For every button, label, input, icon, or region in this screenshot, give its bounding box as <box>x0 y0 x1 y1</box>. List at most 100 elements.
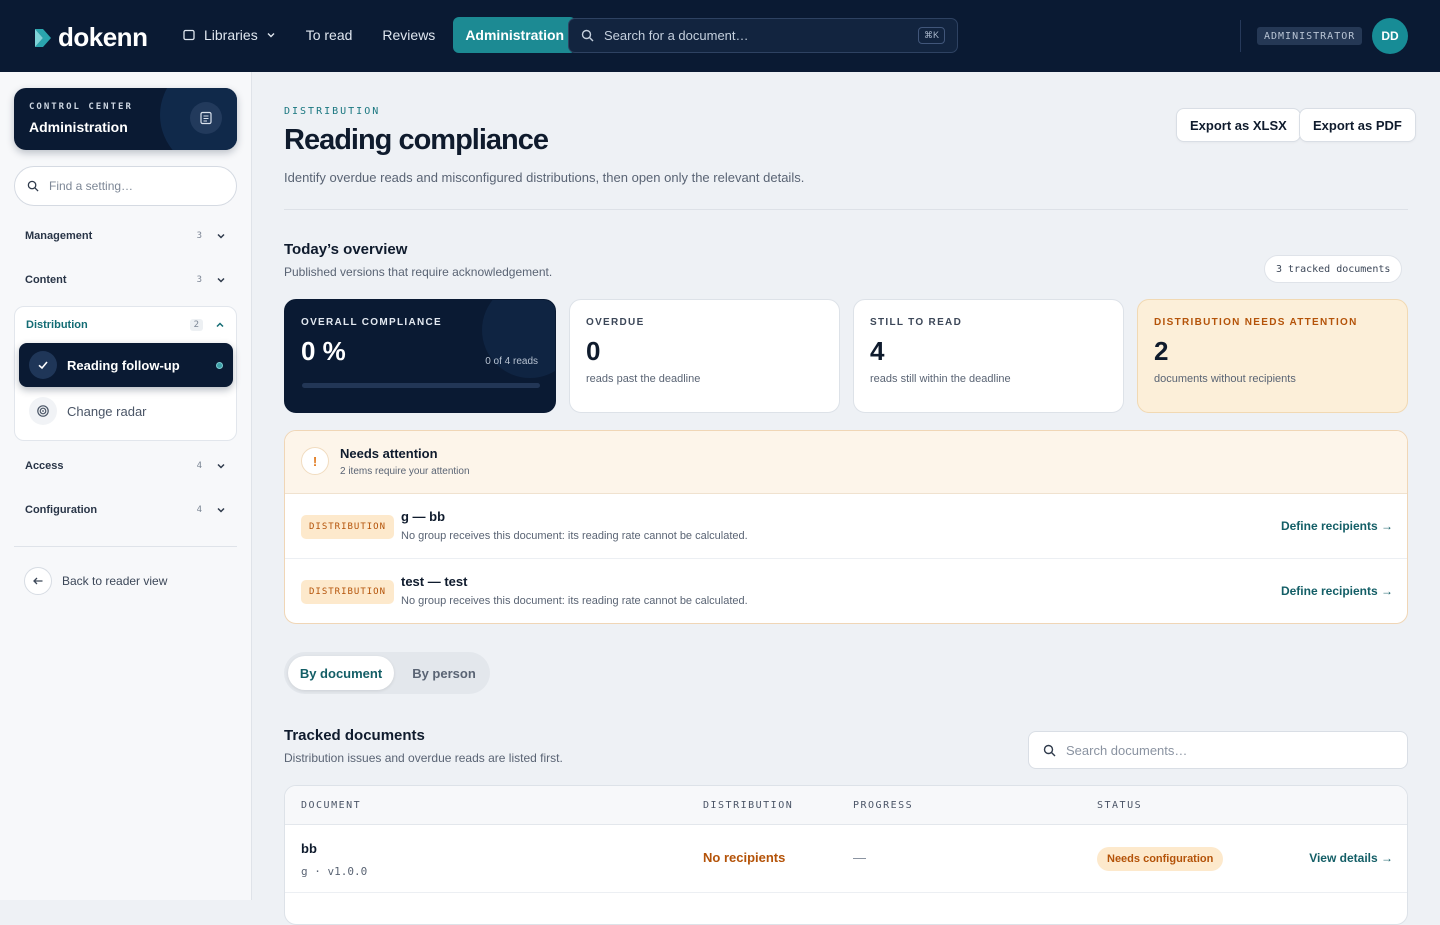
sidebar-group-access[interactable]: Access 4 <box>14 450 237 482</box>
control-center-title: Administration <box>29 119 128 135</box>
column-header[interactable]: DOCUMENT <box>301 800 361 811</box>
group-count: 3 <box>196 275 202 285</box>
still-to-read-card: STILL TO READ 4 reads still within the d… <box>853 299 1124 413</box>
search-icon <box>1043 744 1056 756</box>
page-eyebrow: DISTRIBUTION <box>284 106 381 117</box>
group-count: 3 <box>196 231 202 241</box>
card-label: DISTRIBUTION NEEDS ATTENTION <box>1154 317 1358 328</box>
nav-libraries-label: Libraries <box>204 27 258 43</box>
attention-item-desc: No group receives this document: its rea… <box>401 595 748 607</box>
column-header[interactable]: DISTRIBUTION <box>703 800 793 811</box>
global-search-input[interactable]: Search for a document… ⌘K <box>568 18 958 53</box>
page-title: Reading compliance <box>284 124 549 156</box>
table-header: DOCUMENT DISTRIBUTION PROGRESS STATUS <box>285 786 1407 825</box>
divider <box>284 209 1408 210</box>
attention-title: Needs attention <box>340 446 438 461</box>
search-icon <box>27 180 39 192</box>
distribution-group-header[interactable]: Distribution 2 <box>15 307 236 343</box>
card-note: documents without recipients <box>1154 373 1296 385</box>
group-count: 4 <box>196 461 202 471</box>
overdue-card: OVERDUE 0 reads past the deadline <box>569 299 840 413</box>
top-bar: dokenn Libraries To read Reviews Adminis… <box>0 0 1440 72</box>
group-count: 2 <box>189 319 203 331</box>
arrow-left-icon <box>24 567 52 595</box>
nav-to-read[interactable]: To read <box>294 17 365 53</box>
distribution-tag: DISTRIBUTION <box>301 580 395 604</box>
settings-search-input[interactable]: Find a setting… <box>14 166 237 206</box>
group-label: Distribution <box>26 319 88 331</box>
attention-subtitle: 2 items require your attention <box>340 466 470 477</box>
nav-administration[interactable]: Administration <box>453 17 577 53</box>
sidebar-group-distribution: Distribution 2 Reading follow-up Change … <box>14 306 237 441</box>
sidebar-group-content[interactable]: Content 3 <box>14 264 237 296</box>
nav-libraries[interactable]: Libraries <box>170 17 288 53</box>
sidebar-item-reading-follow-up[interactable]: Reading follow-up <box>19 343 233 387</box>
sidebar-item-label: Change radar <box>67 403 147 419</box>
attention-item-title: g — bb <box>401 509 446 524</box>
progress-value: — <box>853 850 866 865</box>
export-xlsx-button[interactable]: Export as XLSX <box>1176 108 1301 142</box>
app-logo[interactable]: dokenn <box>32 22 148 53</box>
search-shortcut: ⌘K <box>917 27 945 44</box>
main-nav: Libraries To read Reviews Administration <box>170 17 577 53</box>
sidebar-group-configuration[interactable]: Configuration 4 <box>14 494 237 526</box>
view-toggle: By document By person <box>284 652 490 694</box>
card-label: OVERALL COMPLIANCE <box>301 317 442 328</box>
group-label: Management <box>25 230 93 242</box>
chevron-down-icon <box>217 233 225 239</box>
document-title: bb <box>301 841 317 856</box>
admin-sidebar: CONTROL CENTER Administration Find a set… <box>0 72 252 900</box>
folder-icon <box>183 29 195 41</box>
card-note: reads past the deadline <box>586 373 701 385</box>
card-value: 4 <box>870 336 885 366</box>
attention-item: DISTRIBUTION test — test No group receiv… <box>285 558 1407 623</box>
view-details-link[interactable]: View details → <box>1309 851 1393 865</box>
tracked-documents-table: DOCUMENT DISTRIBUTION PROGRESS STATUS bb… <box>284 785 1408 925</box>
tab-by-person[interactable]: By person <box>402 656 486 690</box>
compliance-progress-bar <box>302 383 540 388</box>
back-to-reader-link[interactable]: Back to reader view <box>24 567 167 595</box>
chevron-up-icon <box>216 322 224 328</box>
page-description: Identify overdue reads and misconfigured… <box>284 170 805 185</box>
attention-item: DISTRIBUTION g — bb No group receives th… <box>285 494 1407 559</box>
define-recipients-link[interactable]: Define recipients → <box>1281 519 1393 533</box>
export-pdf-button[interactable]: Export as PDF <box>1299 108 1416 142</box>
dokenn-logo-icon <box>35 28 51 47</box>
divider <box>1240 20 1241 52</box>
document-search-input[interactable]: Search documents… <box>1028 731 1408 769</box>
attention-item-desc: No group receives this document: its rea… <box>401 530 748 542</box>
control-center-card[interactable]: CONTROL CENTER Administration <box>14 88 237 150</box>
active-indicator <box>216 361 223 369</box>
overview-subtitle: Published versions that require acknowle… <box>284 265 553 279</box>
global-search-placeholder: Search for a document… <box>604 28 749 43</box>
distribution-attention-card: DISTRIBUTION NEEDS ATTENTION 2 documents… <box>1137 299 1408 413</box>
sidebar-item-label: Reading follow-up <box>67 357 180 373</box>
card-note: reads still within the deadline <box>870 373 1011 385</box>
distribution-value: No recipients <box>703 850 786 865</box>
document-search-placeholder: Search documents… <box>1066 742 1188 758</box>
tab-by-document[interactable]: By document <box>288 656 394 690</box>
define-recipients-link[interactable]: Define recipients → <box>1281 584 1393 598</box>
user-avatar[interactable]: DD <box>1372 18 1408 54</box>
role-badge: ADMINISTRATOR <box>1257 27 1363 45</box>
document-meta: g · v1.0.0 <box>301 865 368 878</box>
group-label: Configuration <box>25 504 98 516</box>
chevron-down-icon <box>217 463 225 469</box>
overview-title: Today’s overview <box>284 241 408 258</box>
control-center-label: CONTROL CENTER <box>29 102 133 112</box>
card-label: STILL TO READ <box>870 317 963 328</box>
column-header[interactable]: STATUS <box>1097 800 1142 811</box>
table-row[interactable]: bb g · v1.0.0 No recipients — Needs conf… <box>285 825 1407 893</box>
overall-compliance-card: OVERALL COMPLIANCE 0 % 0 of 4 reads <box>284 299 556 413</box>
back-label: Back to reader view <box>62 574 168 588</box>
nav-reviews[interactable]: Reviews <box>370 17 447 53</box>
chevron-down-icon <box>217 507 225 513</box>
column-header[interactable]: PROGRESS <box>853 800 913 811</box>
radar-icon <box>29 397 57 425</box>
warning-icon: ! <box>301 447 329 475</box>
settings-search-placeholder: Find a setting… <box>49 179 134 193</box>
document-list-icon <box>190 102 222 134</box>
sidebar-group-management[interactable]: Management 3 <box>14 220 237 252</box>
status-badge: Needs configuration <box>1097 847 1224 871</box>
sidebar-item-change-radar[interactable]: Change radar <box>19 393 233 429</box>
